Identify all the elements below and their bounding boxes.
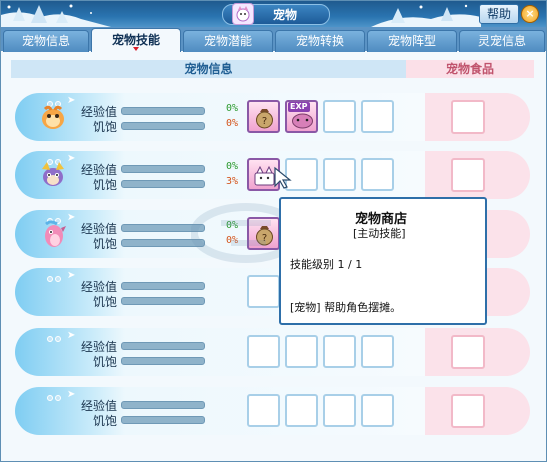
snowy-trees-decoration bbox=[1, 4, 111, 27]
skill-slot-empty[interactable] bbox=[247, 275, 280, 308]
skill-slot-empty[interactable] bbox=[285, 335, 318, 368]
satiety-bar bbox=[121, 357, 205, 365]
food-slot[interactable] bbox=[451, 100, 485, 134]
tab-bar: 宠物信息 宠物技能 宠物潜能 宠物转换 宠物阵型 灵宠信息 bbox=[1, 27, 546, 52]
tab-pet-formation[interactable]: 宠物阵型 bbox=[367, 30, 457, 52]
food-slot[interactable] bbox=[451, 158, 485, 192]
satiety-label: 饥饱 bbox=[92, 355, 117, 369]
decor-dots bbox=[47, 331, 63, 342]
tab-label: 宠物信息 bbox=[21, 34, 70, 48]
tab-pet-info[interactable]: 宠物信息 bbox=[3, 30, 89, 52]
title-bar[interactable]: 宠物 帮助 × bbox=[1, 1, 546, 27]
tooltip-skill-level: 技能级别 1 / 1 bbox=[290, 258, 363, 271]
skill-slot-empty[interactable] bbox=[361, 100, 394, 133]
pet-row[interactable]: ➤ 经验值 饥饱 bbox=[15, 328, 530, 376]
exp-percent: 0% bbox=[225, 103, 238, 114]
skill-slot-empty[interactable] bbox=[323, 100, 356, 133]
skill-tooltip: 宠物商店 [主动技能] 技能级别 1 / 1 [宠物] 帮助角色摆摊。 bbox=[279, 197, 487, 325]
satiety-label: 饥饱 bbox=[92, 178, 117, 192]
tab-label: 灵宠信息 bbox=[477, 34, 526, 48]
skill-slot-empty[interactable] bbox=[285, 394, 318, 427]
help-button[interactable]: 帮助 bbox=[479, 4, 519, 24]
pet-face-icon bbox=[232, 3, 254, 25]
skill-slot-empty[interactable] bbox=[361, 335, 394, 368]
window-title: 宠物 bbox=[273, 8, 298, 22]
exp-bar bbox=[121, 401, 205, 409]
pet-row[interactable]: ➤ 经验值 饥饱 0% 0%? EXP bbox=[15, 93, 530, 141]
tab-pet-skills[interactable]: 宠物技能 bbox=[91, 28, 181, 52]
mouse-cursor-icon bbox=[274, 166, 292, 189]
pet-avatar-icon bbox=[42, 105, 64, 129]
exp-bar bbox=[121, 107, 205, 115]
skill-slot-empty[interactable] bbox=[323, 394, 356, 427]
snowy-trees-decoration-right bbox=[371, 4, 481, 27]
satiety-bar bbox=[121, 297, 205, 305]
satiety-percent: 0% bbox=[225, 118, 238, 129]
tooltip-description: [宠物] 帮助角色摆摊。 bbox=[290, 301, 402, 314]
pet-food-header: 宠物食品 bbox=[406, 60, 534, 78]
svg-text:?: ? bbox=[262, 116, 267, 127]
skill-slot-empty[interactable] bbox=[323, 158, 356, 191]
tooltip-skill-type: [主动技能] bbox=[353, 227, 406, 240]
satiety-label: 饥饱 bbox=[92, 414, 117, 428]
satiety-percent: 3% bbox=[225, 176, 238, 187]
skill-slot-empty[interactable] bbox=[361, 158, 394, 191]
tab-pet-potential[interactable]: 宠物潜能 bbox=[183, 30, 273, 52]
decor-dots bbox=[47, 390, 63, 401]
pet-info-header: 宠物信息 bbox=[11, 60, 406, 78]
exp-bar bbox=[121, 282, 205, 290]
tab-label: 宠物技能 bbox=[111, 33, 160, 47]
satiety-bar bbox=[121, 180, 205, 188]
tab-pet-convert[interactable]: 宠物转换 bbox=[275, 30, 365, 52]
skill-slot[interactable]: EXP bbox=[285, 100, 318, 133]
skill-slot-empty[interactable] bbox=[323, 335, 356, 368]
exp-percent: 0% bbox=[225, 161, 238, 172]
skill-slot-empty[interactable] bbox=[247, 335, 280, 368]
skill-slot[interactable]: ? bbox=[247, 100, 280, 133]
pet-avatar-icon bbox=[45, 220, 66, 247]
exp-badge: EXP bbox=[288, 102, 310, 112]
decor-dots bbox=[47, 271, 63, 282]
satiety-bar bbox=[121, 122, 205, 130]
satiety-bar bbox=[121, 416, 205, 424]
satiety-label: 饥饱 bbox=[92, 120, 117, 134]
active-caret-icon bbox=[133, 47, 139, 51]
food-slot[interactable] bbox=[451, 335, 485, 369]
skill-slot-empty[interactable] bbox=[361, 394, 394, 427]
tab-label: 宠物转换 bbox=[295, 34, 344, 48]
satiety-label: 饥饱 bbox=[92, 237, 117, 251]
exp-bar bbox=[121, 342, 205, 350]
pet-row[interactable]: ➤ 经验值 饥饱 bbox=[15, 387, 530, 435]
skill-slot-empty[interactable] bbox=[247, 394, 280, 427]
pet-window: 宠物 帮助 × 宠物信息 宠物技能 宠物潜能 宠物转换 宠物阵型 灵宠信息 宠物… bbox=[0, 0, 547, 462]
close-button[interactable]: × bbox=[521, 5, 539, 23]
tab-label: 宠物阵型 bbox=[387, 34, 436, 48]
satiety-label: 饥饱 bbox=[92, 295, 117, 309]
food-slot[interactable] bbox=[451, 394, 485, 428]
exp-bar bbox=[121, 165, 205, 173]
tab-label: 宠物潜能 bbox=[203, 34, 252, 48]
tab-spirit-pet-info[interactable]: 灵宠信息 bbox=[459, 30, 545, 52]
pet-avatar-icon bbox=[42, 162, 64, 186]
